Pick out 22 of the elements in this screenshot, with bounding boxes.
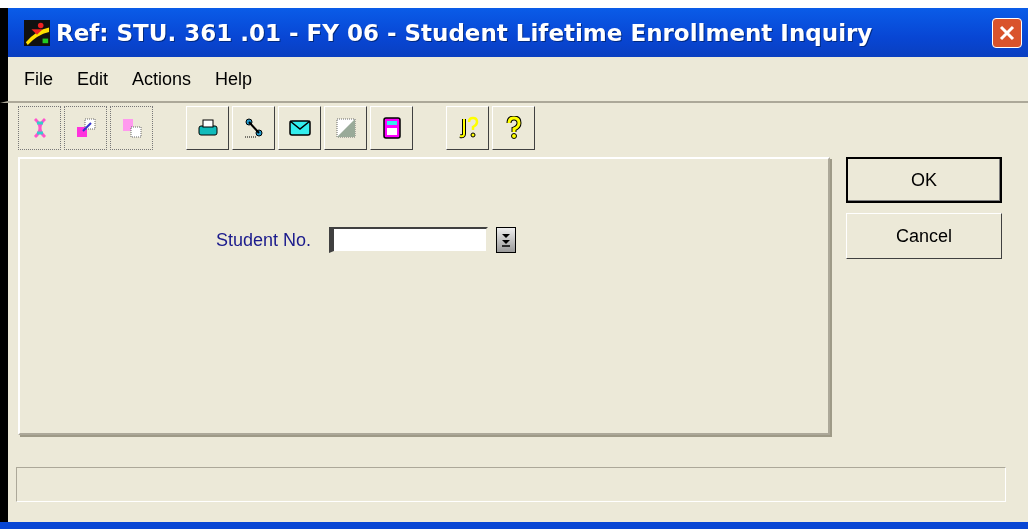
ok-button[interactable]: OK	[846, 157, 1002, 203]
menu-item[interactable]: Help	[215, 68, 253, 90]
window-title: Ref: STU. 361 .01 - FY 06 - Student Lifetime Enrollment Inquiry	[56, 19, 874, 46]
dna-icon-button[interactable]	[18, 106, 61, 150]
calculator-icon-button[interactable]	[370, 106, 413, 150]
cancel-button[interactable]: Cancel	[846, 213, 1002, 259]
student-no-field[interactable]	[329, 227, 489, 253]
app-logo-icon	[24, 19, 50, 46]
menu-item[interactable]: Actions	[132, 68, 192, 90]
envelope-icon-button[interactable]	[278, 106, 321, 150]
menu-item[interactable]: Edit	[77, 68, 109, 90]
help-icon-button[interactable]	[492, 106, 535, 150]
dropdown-button[interactable]	[496, 227, 517, 253]
close-button[interactable]	[992, 17, 1022, 48]
copy-icon-button[interactable]	[110, 106, 153, 150]
help-icon-button[interactable]	[446, 106, 489, 150]
student-no-label: Student No.	[216, 229, 312, 251]
connect-icon-button[interactable]	[232, 106, 275, 150]
caret-icon	[500, 232, 513, 248]
move-icon-button[interactable]	[64, 106, 107, 150]
printer-icon-button[interactable]	[186, 106, 229, 150]
menu-item[interactable]: File	[24, 68, 53, 90]
